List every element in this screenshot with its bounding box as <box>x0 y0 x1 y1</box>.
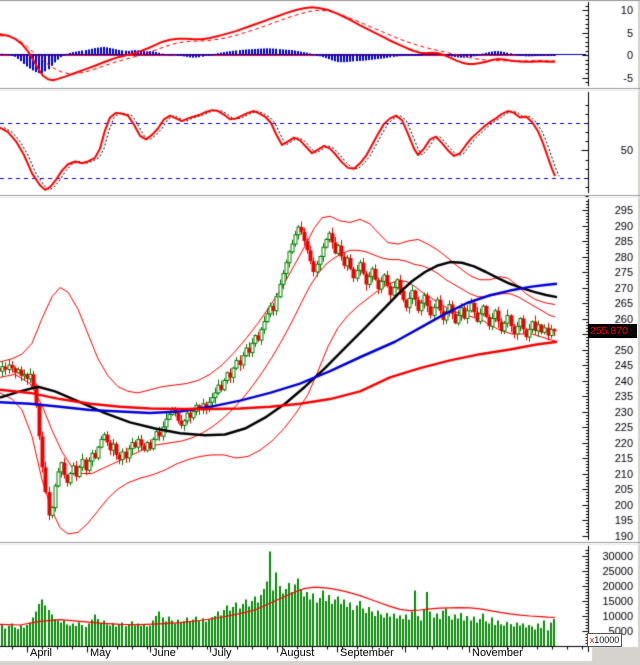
chart-canvas[interactable] <box>0 0 640 665</box>
technical-analysis-chart: 255.870 x10000 MarchAprilMayJuneJulyAugu… <box>0 0 640 665</box>
